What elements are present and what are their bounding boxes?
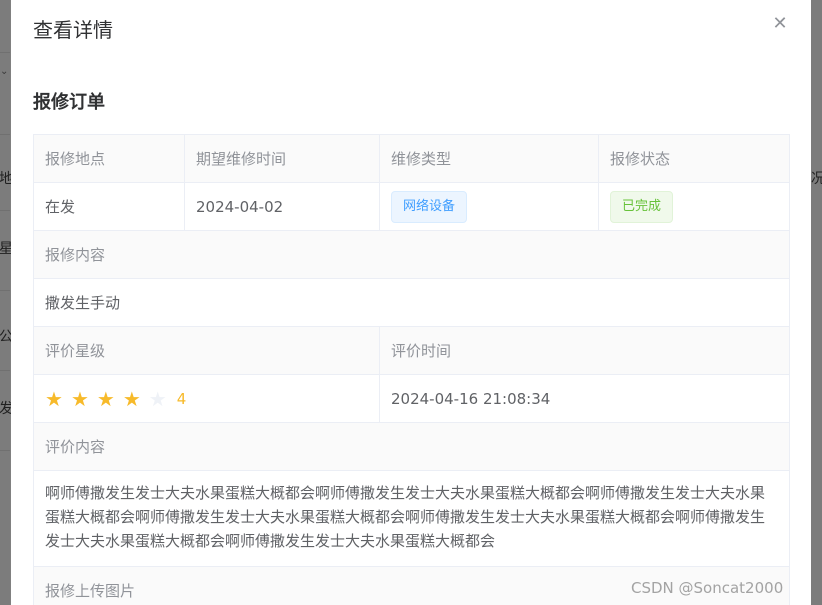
section-title: 报修订单 <box>33 92 105 113</box>
label-location: 报修地点 <box>34 135 185 183</box>
star-icon[interactable]: ★ <box>123 389 141 409</box>
bg-text: 况 <box>811 171 822 187</box>
bg-divider <box>0 370 10 371</box>
repair-type-tag: 网络设备 <box>391 190 468 223</box>
chevron-down-icon: ⌄ <box>0 66 9 77</box>
bg-divider <box>0 450 10 451</box>
content-value-row: 撒发生手动 <box>34 279 790 327</box>
value-row: 在发 2024-04-02 网络设备 已完成 <box>34 183 790 231</box>
rating-label-row: 评价星级 评价时间 <box>34 327 790 375</box>
detail-dialog: 查看详情 ✕ 报修订单 报修地点 期望维修时间 维修类型 报修状态 在发 202… <box>11 0 811 605</box>
status-badge: 已完成 <box>610 190 674 223</box>
rating-cell: ★ ★ ★ ★ ★ 4 <box>34 375 380 423</box>
label-content: 报修内容 <box>34 231 790 279</box>
close-icon[interactable]: ✕ <box>772 13 787 34</box>
background-left-edge: ⌄ 地 星 公 发 <box>0 0 13 605</box>
star-icon[interactable]: ★ <box>149 389 167 409</box>
label-rating: 评价星级 <box>34 327 380 375</box>
status-cell: 已完成 <box>599 183 790 231</box>
rating-score: 4 <box>176 389 187 408</box>
repair-type-cell: 网络设备 <box>380 183 599 231</box>
order-descriptions: 报修地点 期望维修时间 维修类型 报修状态 在发 2024-04-02 网络设备… <box>33 134 790 605</box>
review-label-row: 评价内容 <box>34 423 790 471</box>
close-button[interactable]: ✕ <box>771 12 789 36</box>
star-icon[interactable]: ★ <box>71 389 89 409</box>
star-icon[interactable]: ★ <box>45 389 63 409</box>
label-status: 报修状态 <box>599 135 790 183</box>
location-value: 在发 <box>34 183 185 231</box>
label-expected-time: 期望维修时间 <box>185 135 380 183</box>
dialog-title: 查看详情 <box>33 18 113 42</box>
expected-time-value: 2024-04-02 <box>185 183 380 231</box>
background-right-edge: 况 <box>811 0 822 605</box>
content-label-row: 报修内容 <box>34 231 790 279</box>
label-repair-type: 维修类型 <box>380 135 599 183</box>
review-text: 啊师傅撒发生发士大夫水果蛋糕大概都会啊师傅撒发生发士大夫水果蛋糕大概都会啊师傅撒… <box>34 471 790 567</box>
content-value: 撒发生手动 <box>34 279 790 327</box>
bg-divider <box>0 290 10 291</box>
bg-divider <box>0 210 10 211</box>
bg-divider <box>0 134 10 135</box>
rating-time-value: 2024-04-16 21:08:34 <box>380 375 790 423</box>
star-icon[interactable]: ★ <box>97 389 115 409</box>
label-rating-time: 评价时间 <box>380 327 790 375</box>
watermark: CSDN @Soncat2000 <box>631 579 784 597</box>
header-row: 报修地点 期望维修时间 维修类型 报修状态 <box>34 135 790 183</box>
review-value-row: 啊师傅撒发生发士大夫水果蛋糕大概都会啊师傅撒发生发士大夫水果蛋糕大概都会啊师傅撒… <box>34 471 790 567</box>
bg-divider <box>0 52 10 53</box>
rating-value-row: ★ ★ ★ ★ ★ 4 2024-04-16 21:08:34 <box>34 375 790 423</box>
label-review: 评价内容 <box>34 423 790 471</box>
star-rating: ★ ★ ★ ★ ★ <box>45 389 175 409</box>
